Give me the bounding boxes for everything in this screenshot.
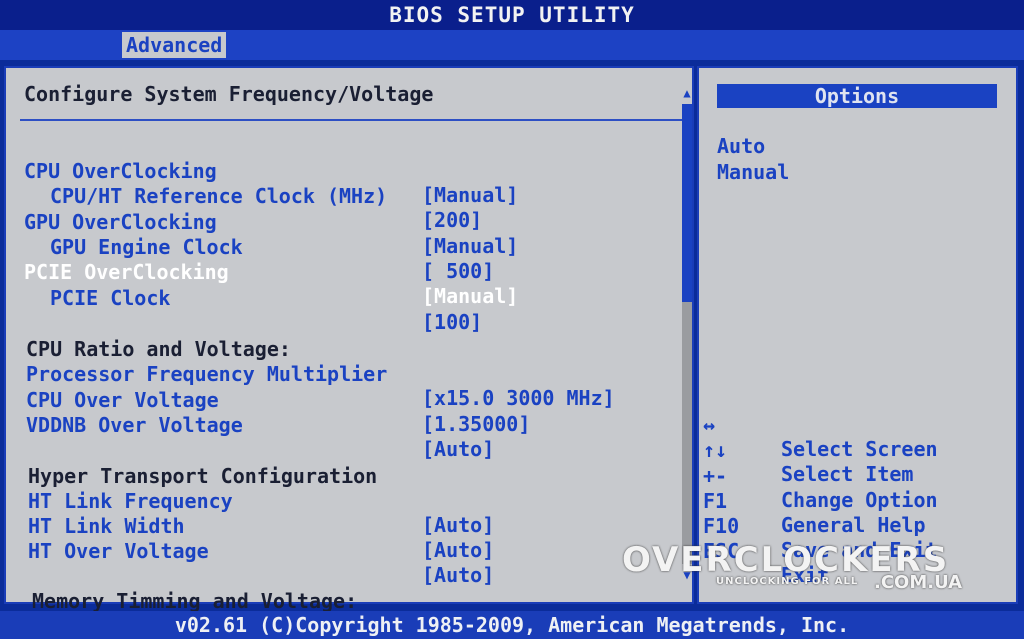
watermark-logo: OVERCLOCKERS UNCLOCKING FOR ALL .COM.UA xyxy=(616,542,996,593)
setting-row-vddnb-over-voltage[interactable]: VDDNB Over Voltage [Auto] xyxy=(6,389,686,461)
setting-row-cpu-over-voltage[interactable]: CPU Over Voltage [1.35000] xyxy=(6,364,686,436)
setting-value[interactable]: [Manual] xyxy=(422,284,518,308)
setting-label: VDDNB Over Voltage xyxy=(26,413,243,437)
section-title: Configure System Frequency/Voltage xyxy=(24,82,434,106)
setting-row-gpu-engine-clock[interactable]: GPU Engine Clock [ 500] xyxy=(6,211,686,283)
setting-row-ht-over-voltage[interactable]: HT Over Voltage [Auto] xyxy=(6,515,686,587)
setting-label: HT Over Voltage xyxy=(28,539,209,563)
setting-row-ht-link-width[interactable]: HT Link Width [Auto] xyxy=(6,490,686,562)
setting-row-gpu-overclocking[interactable]: GPU OverClocking [Manual] xyxy=(6,186,686,258)
setting-row-cpu-overclocking[interactable]: CPU OverClocking [Manual] xyxy=(6,135,686,207)
scrollbar[interactable]: ▲ ▼ xyxy=(680,84,694,584)
title-divider xyxy=(20,119,682,121)
group-heading-hyper-transport: Hyper Transport Configuration xyxy=(6,440,686,488)
group-heading-cpu-ratio: CPU Ratio and Voltage: xyxy=(6,313,686,361)
scroll-up-arrow-icon[interactable]: ▲ xyxy=(680,86,694,100)
setting-row-pcie-clock[interactable]: PCIE Clock [100] xyxy=(6,262,686,334)
setting-row-pcie-overclocking-selected[interactable]: PCIE OverClocking [Manual] xyxy=(6,236,686,308)
main-panel: Configure System Frequency/Voltage CPU O… xyxy=(4,66,694,613)
setting-value[interactable]: [Auto] xyxy=(422,538,494,562)
setting-label: PCIE Clock xyxy=(50,286,171,310)
tab-strip: Advanced xyxy=(0,30,1024,60)
watermark-domain-text: .COM.UA xyxy=(874,572,963,593)
side-panel: Options Auto Manual ↔ Select Screen ↑↓ S… xyxy=(697,66,1018,604)
help-row-select-screen: ↔ Select Screen xyxy=(703,389,1003,461)
group-heading-memory-timming: Memory Timming and Voltage: xyxy=(6,565,686,613)
setting-row-cpu-ht-reference-clock[interactable]: CPU/HT Reference Clock (MHz) [200] xyxy=(6,160,686,232)
help-row-exit: ESC Exit xyxy=(703,515,1003,587)
help-row-select-item: ↑↓ Select Item xyxy=(703,414,1003,486)
watermark-sub-text: UNCLOCKING FOR ALL xyxy=(716,576,859,587)
group-heading: Memory Timming and Voltage: xyxy=(32,589,358,613)
window-title: BIOS SETUP UTILITY xyxy=(0,0,1024,30)
help-row-save-and-exit: F10 Save and Exit xyxy=(703,490,1003,562)
option-manual[interactable]: Manual xyxy=(717,160,789,184)
setting-row-processor-frequency-multiplier[interactable]: Processor Frequency Multiplier [x15.0 30… xyxy=(6,338,686,410)
setting-value[interactable]: [1.35000] xyxy=(422,412,530,436)
setting-row-ht-link-frequency[interactable]: HT Link Frequency [Auto] xyxy=(6,465,686,537)
help-row-change-option: +- Change Option xyxy=(703,440,1003,512)
scroll-thumb[interactable] xyxy=(682,104,692,302)
tab-advanced[interactable]: Advanced xyxy=(122,32,227,58)
footer-copyright: v02.61 (C)Copyright 1985-2009, American … xyxy=(0,611,1024,639)
option-auto[interactable]: Auto xyxy=(717,134,765,158)
help-row-general-help: F1 General Help xyxy=(703,465,1003,537)
options-header: Options xyxy=(717,84,997,108)
